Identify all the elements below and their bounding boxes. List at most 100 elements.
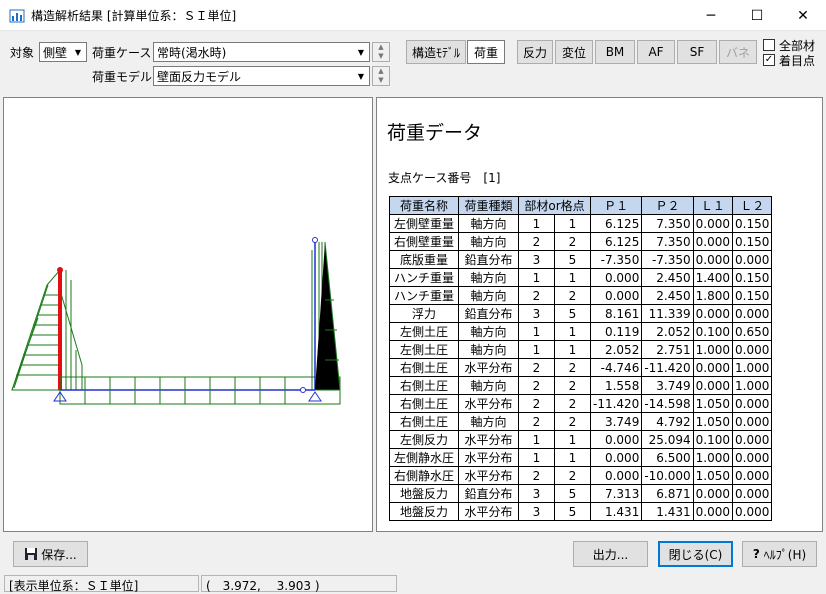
table-cell: 0.100: [692, 322, 734, 341]
load-model-spinner[interactable]: ▲ ▼: [372, 66, 390, 86]
table-cell: 1: [554, 340, 591, 359]
table-cell: 0.000: [692, 304, 734, 323]
table-cell: 2: [554, 466, 591, 485]
displacement-button[interactable]: 変位: [555, 40, 593, 64]
table-cell: 0.000: [692, 250, 734, 269]
table-cell: -7.350: [641, 250, 694, 269]
table-cell: 0.000: [692, 214, 734, 233]
window-title: 構造解析結果 [計算単位系：ＳＩ単位]: [31, 9, 237, 23]
output-button[interactable]: 出力...: [573, 541, 648, 567]
target-value: 側壁: [43, 46, 68, 60]
table-cell: 左側土圧: [389, 322, 459, 341]
table-cell: 0.000: [732, 250, 773, 269]
table-cell: 2: [518, 358, 555, 377]
table-cell: 左側土圧: [389, 340, 459, 359]
table-cell: 1: [518, 340, 555, 359]
table-cell: 1: [554, 448, 591, 467]
table-cell: 1: [554, 214, 591, 233]
close-button[interactable]: 閉じる(C): [658, 541, 733, 567]
table-cell: 1.431: [641, 502, 694, 521]
table-cell: 0.150: [732, 286, 773, 305]
table-row: 左側反力 水平分布 1 1 0.000 25.094 0.100 0.000: [389, 430, 773, 449]
table-cell: 1: [554, 268, 591, 287]
table-row: 左側土圧 軸方向 1 1 2.052 2.751 1.000 0.000: [389, 340, 773, 359]
table-cell: 5: [554, 484, 591, 503]
table-cell: 1: [518, 430, 555, 449]
minimize-button[interactable]: ─: [688, 0, 734, 31]
save-button[interactable]: 保存...: [13, 541, 88, 567]
table-cell: 7.350: [641, 232, 694, 251]
table-cell: 7.313: [589, 484, 643, 503]
table-cell: 右側土圧: [389, 412, 459, 431]
table-cell: 地盤反力: [389, 484, 459, 503]
structure-canvas[interactable]: [3, 97, 373, 532]
table-cell: 0.000: [732, 394, 773, 413]
load-model-select[interactable]: 壁面反力モデル ▼: [153, 66, 370, 86]
col-member-node: 部材or格点: [518, 196, 591, 215]
table-cell: 軸方向: [458, 412, 519, 431]
title-bar: 構造解析結果 [計算単位系：ＳＩ単位] ─ ☐ ✕: [0, 0, 826, 31]
table-header-row: 荷重名称 荷重種類 部材or格点 Ｐ１ Ｐ２ Ｌ１ Ｌ２: [389, 196, 773, 215]
table-cell: 左側反力: [389, 430, 459, 449]
table-cell: -4.746: [589, 358, 643, 377]
table-cell: 左側静水圧: [389, 448, 459, 467]
load-case-select[interactable]: 常時(渇水時) ▼: [153, 42, 370, 62]
all-members-checkbox[interactable]: 全部材: [763, 38, 825, 53]
sf-button[interactable]: SF: [677, 40, 717, 64]
spring-button[interactable]: バネ: [719, 40, 757, 64]
table-cell: 軸方向: [458, 376, 519, 395]
col-load-type: 荷重種類: [458, 196, 519, 215]
table-cell: 2: [554, 232, 591, 251]
table-cell: 2.052: [641, 322, 694, 341]
checkmark-icon: ✓: [763, 54, 775, 66]
close-window-button[interactable]: ✕: [780, 0, 826, 31]
structure-model-button[interactable]: 構造ﾓﾃﾞﾙ: [406, 40, 466, 64]
help-button[interactable]: ? ﾍﾙﾌﾟ(H): [742, 541, 817, 567]
table-cell: 1: [518, 268, 555, 287]
table-cell: 0.000: [732, 430, 773, 449]
table-cell: 1.050: [692, 394, 734, 413]
table-row: ハンチ重量 軸方向 2 2 0.000 2.450 1.800 0.150: [389, 286, 773, 305]
maximize-button[interactable]: ☐: [734, 0, 780, 31]
reaction-button[interactable]: 反力: [517, 40, 553, 64]
table-row: 左側壁重量 軸方向 1 1 6.125 7.350 0.000 0.150: [389, 214, 773, 233]
table-row: 地盤反力 水平分布 3 5 1.431 1.431 0.000 0.000: [389, 502, 773, 521]
table-cell: 軸方向: [458, 340, 519, 359]
target-label: 対象: [10, 46, 35, 60]
table-cell: 1: [518, 322, 555, 341]
table-cell: 1.000: [692, 448, 734, 467]
load-case-spinner[interactable]: ▲ ▼: [372, 42, 390, 62]
table-cell: 1: [554, 430, 591, 449]
table-cell: 鉛直分布: [458, 484, 519, 503]
load-button[interactable]: 荷重: [467, 40, 505, 64]
bm-button[interactable]: BM: [595, 40, 635, 64]
table-cell: 2.450: [641, 286, 694, 305]
table-row: 右側壁重量 軸方向 2 2 6.125 7.350 0.000 0.150: [389, 232, 773, 251]
table-cell: 水平分布: [458, 430, 519, 449]
support-case-number: 支点ケース番号 [1]: [388, 171, 501, 185]
target-select[interactable]: 側壁 ▼: [39, 42, 87, 62]
table-cell: 0.000: [732, 502, 773, 521]
table-cell: 0.000: [692, 358, 734, 377]
table-cell: 2: [518, 466, 555, 485]
status-units: [表示単位系：ＳＩ単位]: [4, 575, 199, 593]
table-cell: 2.450: [641, 268, 694, 287]
save-label: 保存...: [41, 547, 77, 562]
table-cell: 1.431: [589, 502, 643, 521]
table-cell: 1.050: [692, 466, 734, 485]
table-row: 右側土圧 水平分布 2 2 -11.420 -14.598 1.050 0.000: [389, 394, 773, 413]
table-row: ハンチ重量 軸方向 1 1 0.000 2.450 1.400 0.150: [389, 268, 773, 287]
af-button[interactable]: AF: [637, 40, 675, 64]
table-row: 右側土圧 水平分布 2 2 -4.746 -11.420 0.000 1.000: [389, 358, 773, 377]
chevron-down-icon: ▼: [357, 47, 365, 57]
table-row: 右側土圧 軸方向 2 2 3.749 4.792 1.050 0.000: [389, 412, 773, 431]
table-cell: 1: [518, 214, 555, 233]
focus-point-checkbox[interactable]: ✓ 着目点: [763, 53, 825, 68]
table-cell: 水平分布: [458, 394, 519, 413]
app-icon: [9, 9, 25, 23]
table-cell: 0.000: [732, 484, 773, 503]
table-cell: 4.792: [641, 412, 694, 431]
table-cell: 軸方向: [458, 268, 519, 287]
table-cell: 2.751: [641, 340, 694, 359]
table-cell: 左側壁重量: [389, 214, 459, 233]
